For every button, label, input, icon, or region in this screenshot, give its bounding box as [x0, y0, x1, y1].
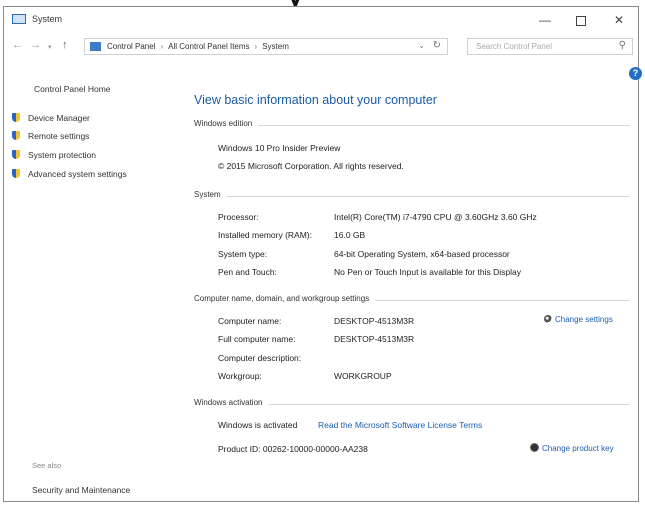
sidebar-item-label: Advanced system settings	[28, 169, 127, 179]
full-computer-name-label: Full computer name:	[218, 334, 296, 344]
section-title: Windows activation	[194, 398, 269, 407]
up-button[interactable]: ↑	[62, 39, 68, 51]
minimize-button[interactable]: —	[530, 10, 560, 30]
memory-label: Installed memory (RAM):	[218, 230, 312, 240]
recent-locations-button[interactable]: ▾	[48, 43, 52, 51]
change-settings-label: Change settings	[555, 315, 613, 324]
edition-name: Windows 10 Pro Insider Preview	[218, 143, 341, 153]
sidebar: Control Panel Home Device Manager Remote…	[4, 61, 184, 501]
section-title: Windows edition	[194, 119, 259, 128]
section-title: System	[194, 190, 227, 199]
sidebar-item-label: Device Manager	[28, 113, 90, 123]
license-terms-link[interactable]: Read the Microsoft Software License Term…	[318, 420, 482, 430]
product-key-shield-icon	[530, 443, 539, 452]
section-windows-activation: Windows activation	[194, 398, 630, 410]
section-windows-edition: Windows edition	[194, 119, 630, 131]
window-title: System	[32, 14, 63, 24]
address-dropdown-icon[interactable]: ⌄	[418, 41, 425, 50]
pen-touch-value: No Pen or Touch Input is available for t…	[334, 267, 521, 277]
memory-value: 16.0 GB	[334, 230, 366, 240]
settings-shield-icon	[544, 315, 552, 323]
pen-touch-label: Pen and Touch:	[218, 267, 277, 277]
copyright-text: © 2015 Microsoft Corporation. All rights…	[218, 161, 404, 171]
breadcrumb-separator[interactable]: ›	[255, 42, 258, 51]
workgroup-label: Workgroup:	[218, 371, 262, 381]
search-placeholder: Search Control Panel	[476, 42, 553, 51]
computer-name-label: Computer name:	[218, 316, 282, 326]
breadcrumb-system[interactable]: System	[262, 42, 289, 51]
sidebar-item-advanced-system-settings[interactable]: Advanced system settings	[12, 169, 127, 179]
breadcrumb-control-panel[interactable]: Control Panel	[107, 42, 155, 51]
see-also-label: See also	[32, 461, 62, 470]
breadcrumb-separator[interactable]: ›	[160, 42, 163, 51]
system-type-label: System type:	[218, 249, 268, 259]
main-content: View basic information about your comput…	[192, 61, 638, 501]
maximize-icon	[576, 15, 586, 26]
computer-name-value: DESKTOP-4513M3R	[334, 316, 415, 326]
forward-button[interactable]: →	[30, 39, 41, 51]
search-icon[interactable]: ⚲	[619, 40, 626, 51]
sidebar-item-device-manager[interactable]: Device Manager	[12, 113, 90, 123]
section-divider	[194, 196, 630, 197]
shield-icon	[12, 131, 20, 140]
change-settings-link[interactable]: Change settings	[544, 315, 613, 324]
system-app-icon	[12, 14, 26, 24]
breadcrumb: Control Panel › All Control Panel Items › Sy…	[107, 42, 289, 51]
processor-label: Processor:	[218, 212, 259, 222]
refresh-icon[interactable]: ↻	[433, 40, 441, 51]
sidebar-item-system-protection[interactable]: System protection	[12, 150, 96, 160]
control-panel-home-link[interactable]: Control Panel Home	[34, 84, 111, 94]
section-system: System	[194, 190, 630, 202]
full-computer-name-value: DESKTOP-4513M3R	[334, 334, 415, 344]
system-type-value: 64-bit Operating System, x64-based proce…	[334, 249, 510, 259]
address-bar[interactable]: Control Panel › All Control Panel Items › Sy…	[84, 38, 448, 55]
back-button[interactable]: ←	[12, 39, 23, 51]
sidebar-item-remote-settings[interactable]: Remote settings	[12, 131, 89, 141]
shield-icon	[12, 169, 20, 178]
sidebar-item-label: Remote settings	[28, 131, 90, 141]
control-panel-icon	[90, 42, 101, 51]
change-product-key-label: Change product key	[542, 444, 614, 453]
breadcrumb-all-items[interactable]: All Control Panel Items	[168, 42, 249, 51]
maximize-button[interactable]	[566, 10, 596, 30]
close-button[interactable]: ✕	[604, 10, 634, 30]
page-title: View basic information about your comput…	[194, 93, 437, 107]
computer-description-label: Computer description:	[218, 353, 302, 363]
section-divider	[194, 125, 630, 126]
processor-value: Intel(R) Core(TM) i7-4790 CPU @ 3.60GHz …	[334, 212, 537, 222]
activation-status: Windows is activated	[218, 420, 298, 430]
security-maintenance-link[interactable]: Security and Maintenance	[32, 485, 130, 495]
shield-icon	[12, 113, 20, 122]
workgroup-value: WORKGROUP	[334, 371, 392, 381]
search-box[interactable]: Search Control Panel ⚲	[467, 38, 633, 55]
shield-icon	[12, 150, 20, 159]
sidebar-item-label: System protection	[28, 150, 97, 160]
section-computer-name: Computer name, domain, and workgroup set…	[194, 294, 630, 306]
product-id: Product ID: 00262-10000-00000-AA238	[218, 444, 368, 454]
navigation-bar: ← → ▾ ↑ Control Panel › All Control Panel …	[4, 34, 638, 60]
system-window: System — ✕ ← → ▾ ↑ Control Panel › All Con…	[3, 6, 642, 502]
section-title: Computer name, domain, and workgroup set…	[194, 294, 376, 303]
change-product-key-link[interactable]: Change product key	[530, 443, 614, 453]
title-bar: System — ✕	[4, 7, 638, 33]
